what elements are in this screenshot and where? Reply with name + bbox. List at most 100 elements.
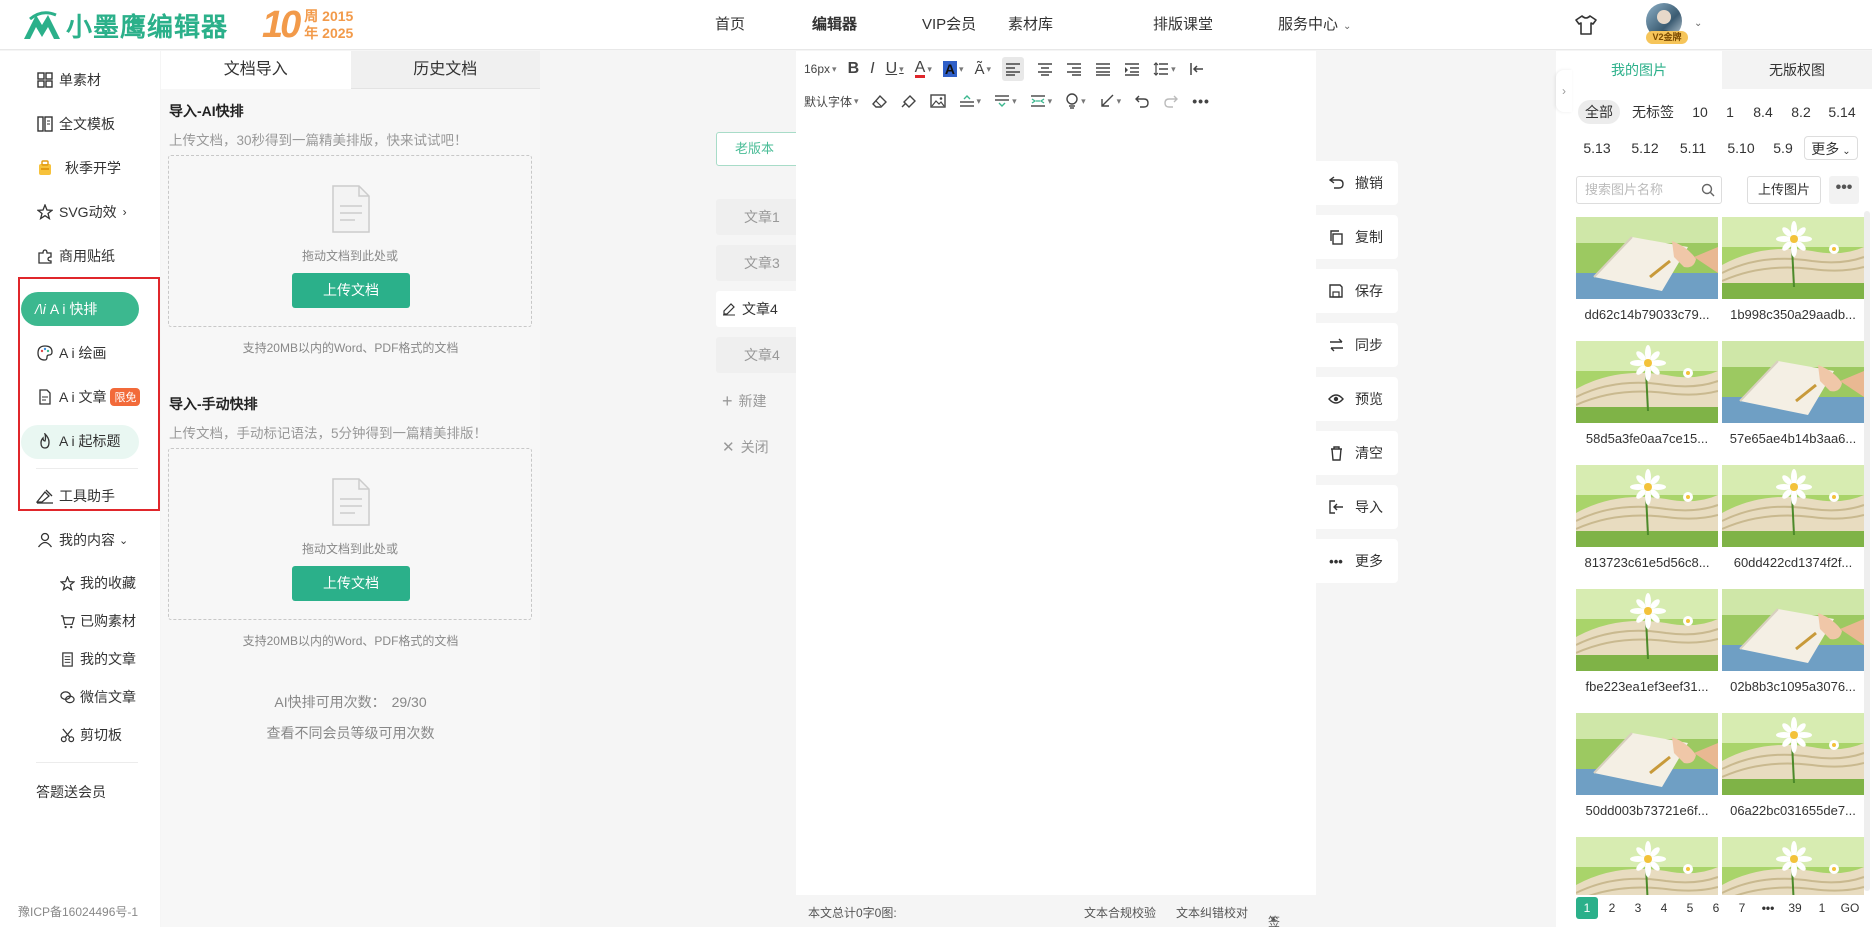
image-thumbnail[interactable] [1576, 713, 1718, 795]
filter-tag[interactable]: 5.12 [1628, 136, 1662, 160]
image-thumbnail[interactable] [1576, 589, 1718, 671]
scrollbar[interactable] [1864, 211, 1870, 891]
brand-logo[interactable]: 小墨鹰编辑器 [22, 8, 228, 42]
page-6[interactable]: 6 [1706, 897, 1726, 919]
nav-service[interactable]: 服务中心 ⌄ [1278, 0, 1351, 50]
page-go-button[interactable]: GO [1836, 897, 1864, 919]
sidebar-item-svg[interactable]: SVG动效 › [36, 201, 127, 223]
filter-tag[interactable]: 5.11 [1676, 136, 1710, 160]
undo-action-button[interactable]: 撤销 [1316, 161, 1398, 205]
filter-more-dropdown[interactable]: 更多 ⌄ [1804, 136, 1858, 160]
collapse-toolbar-icon[interactable] [1189, 57, 1205, 81]
sidebar-item-favorites[interactable]: 我的收藏 [58, 572, 136, 594]
underline-icon[interactable]: U ▾ [886, 57, 904, 81]
tab-free-images[interactable]: 无版权图 [1722, 51, 1872, 89]
nav-vip[interactable]: VIP会员 [922, 0, 976, 50]
quota-levels-link[interactable]: 查看不同会员等级可用次数 [161, 723, 540, 743]
italic-icon[interactable]: I [870, 57, 874, 81]
text-effect-icon[interactable]: Ã ▾ [975, 57, 992, 81]
sidebar-item-wechat-articles[interactable]: 微信文章 [58, 686, 136, 708]
image-search-input[interactable]: 搜索图片名称 [1576, 176, 1722, 204]
spacing-icon[interactable]: ▾ [1030, 89, 1052, 113]
align-right-icon[interactable] [1066, 57, 1082, 81]
sync-action-button[interactable]: 同步 [1316, 323, 1398, 367]
sidebar-item-stickers[interactable]: 商用贴纸 [36, 245, 115, 267]
old-version-button[interactable]: 老版本 [716, 132, 806, 166]
upload-image-button[interactable]: 上传图片 [1747, 176, 1821, 204]
compliance-check-button[interactable]: 文本合规校验 [1084, 904, 1156, 921]
proofread-button[interactable]: 文本纠错校对 [1176, 904, 1248, 921]
more-action-button[interactable]: ••• 更多 [1316, 539, 1398, 583]
lightbulb-icon[interactable]: ▾ [1065, 89, 1086, 113]
doc-tab-4b[interactable]: 文章4 [716, 337, 796, 373]
ai-dropzone[interactable]: 拖动文档到此处或 上传文档 [168, 155, 532, 327]
highlight-color-icon[interactable]: A ▾ [942, 57, 964, 81]
filter-tag[interactable]: 5.9 [1770, 136, 1796, 160]
tab-history-docs[interactable]: 历史文档 [350, 51, 540, 89]
preview-action-button[interactable]: 预览 [1316, 377, 1398, 421]
filter-tag[interactable]: 10 [1688, 100, 1712, 124]
nav-course[interactable]: 排版课堂 [1153, 0, 1213, 50]
page-1[interactable]: 1 [1576, 897, 1598, 919]
font-family-select[interactable]: 默认字体 ▾ [804, 89, 859, 113]
bold-icon[interactable]: B [848, 57, 860, 81]
line-height-icon[interactable]: ▾ [1153, 57, 1176, 81]
clear-action-button[interactable]: 清空 [1316, 431, 1398, 475]
sidebar-item-my-content[interactable]: 我的内容 ⌄ [36, 529, 128, 551]
filter-tag[interactable]: 5.14 [1824, 100, 1860, 124]
image-icon[interactable] [929, 89, 946, 113]
redo-icon[interactable] [1163, 89, 1179, 113]
upload-document-button[interactable]: 上传文档 [292, 273, 410, 308]
sidebar-item-autumn[interactable]: 秋季开学 [36, 157, 121, 179]
copy-action-button[interactable]: 复制 [1316, 215, 1398, 259]
image-thumbnail[interactable] [1722, 589, 1864, 671]
strikethrough-line-icon[interactable]: ▾ [994, 89, 1017, 113]
image-thumbnail[interactable] [1722, 713, 1864, 795]
image-thumbnail[interactable] [1722, 837, 1864, 895]
more-options-button[interactable]: ••• [1829, 176, 1859, 204]
page-3[interactable]: 3 [1628, 897, 1648, 919]
arrow-tool-icon[interactable]: ▾ [1099, 89, 1121, 113]
page-4[interactable]: 4 [1654, 897, 1674, 919]
sidebar-item-purchased[interactable]: 已购素材 [58, 610, 136, 632]
doc-tab-4-active[interactable]: 文章4 [716, 291, 796, 327]
page-jump-input[interactable]: 1 [1812, 897, 1832, 919]
filter-tag[interactable]: 5.10 [1724, 136, 1758, 160]
doc-tab-1[interactable]: 文章1 [716, 199, 796, 235]
manual-dropzone[interactable]: 拖动文档到此处或 上传文档 [168, 448, 532, 620]
nav-home[interactable]: 首页 [715, 0, 745, 50]
align-justify-icon[interactable] [1095, 57, 1111, 81]
import-action-button[interactable]: 导入 [1316, 485, 1398, 529]
filter-tag[interactable]: 8.4 [1748, 100, 1778, 124]
divider-line-icon[interactable]: ▾ [959, 89, 981, 113]
more-tools-icon[interactable]: ••• [1192, 89, 1210, 113]
font-color-icon[interactable]: A ▾ [914, 57, 932, 81]
image-thumbnail[interactable] [1722, 341, 1864, 423]
align-center-icon[interactable] [1037, 57, 1053, 81]
new-doc-button[interactable]: + 新建 [716, 383, 796, 419]
image-thumbnail[interactable] [1576, 341, 1718, 423]
filter-tag[interactable]: 8.2 [1786, 100, 1816, 124]
page-2[interactable]: 2 [1602, 897, 1622, 919]
tab-document-import[interactable]: 文档导入 [161, 51, 351, 89]
filter-tag[interactable]: 5.13 [1580, 136, 1614, 160]
eraser-icon[interactable] [871, 89, 888, 113]
editor-content-area[interactable] [796, 121, 1316, 894]
indent-icon[interactable] [1124, 57, 1140, 81]
sidebar-item-clipboard[interactable]: 剪切板 [58, 724, 122, 746]
page-7[interactable]: 7 [1732, 897, 1752, 919]
nav-materials[interactable]: 素材库 [1008, 0, 1053, 50]
tshirt-icon[interactable] [1574, 14, 1598, 36]
sidebar-item-single-material[interactable]: 单素材 [36, 69, 101, 91]
filter-untagged[interactable]: 无标签 [1628, 100, 1678, 124]
image-thumbnail[interactable] [1722, 465, 1864, 547]
filter-all[interactable]: 全部 [1578, 100, 1620, 124]
undo-icon[interactable] [1134, 89, 1150, 113]
align-left-icon[interactable] [1002, 57, 1025, 81]
close-doc-button[interactable]: ✕ 关闭 [716, 429, 796, 465]
font-size-select[interactable]: 16px ▾ [804, 57, 837, 81]
chevron-down-icon[interactable]: ⌄ [1694, 18, 1702, 29]
upload-document-button[interactable]: 上传文档 [292, 566, 410, 601]
sidebar-item-full-template[interactable]: 全文模板 [36, 113, 115, 135]
collapse-panel-button[interactable]: › [1556, 70, 1572, 112]
